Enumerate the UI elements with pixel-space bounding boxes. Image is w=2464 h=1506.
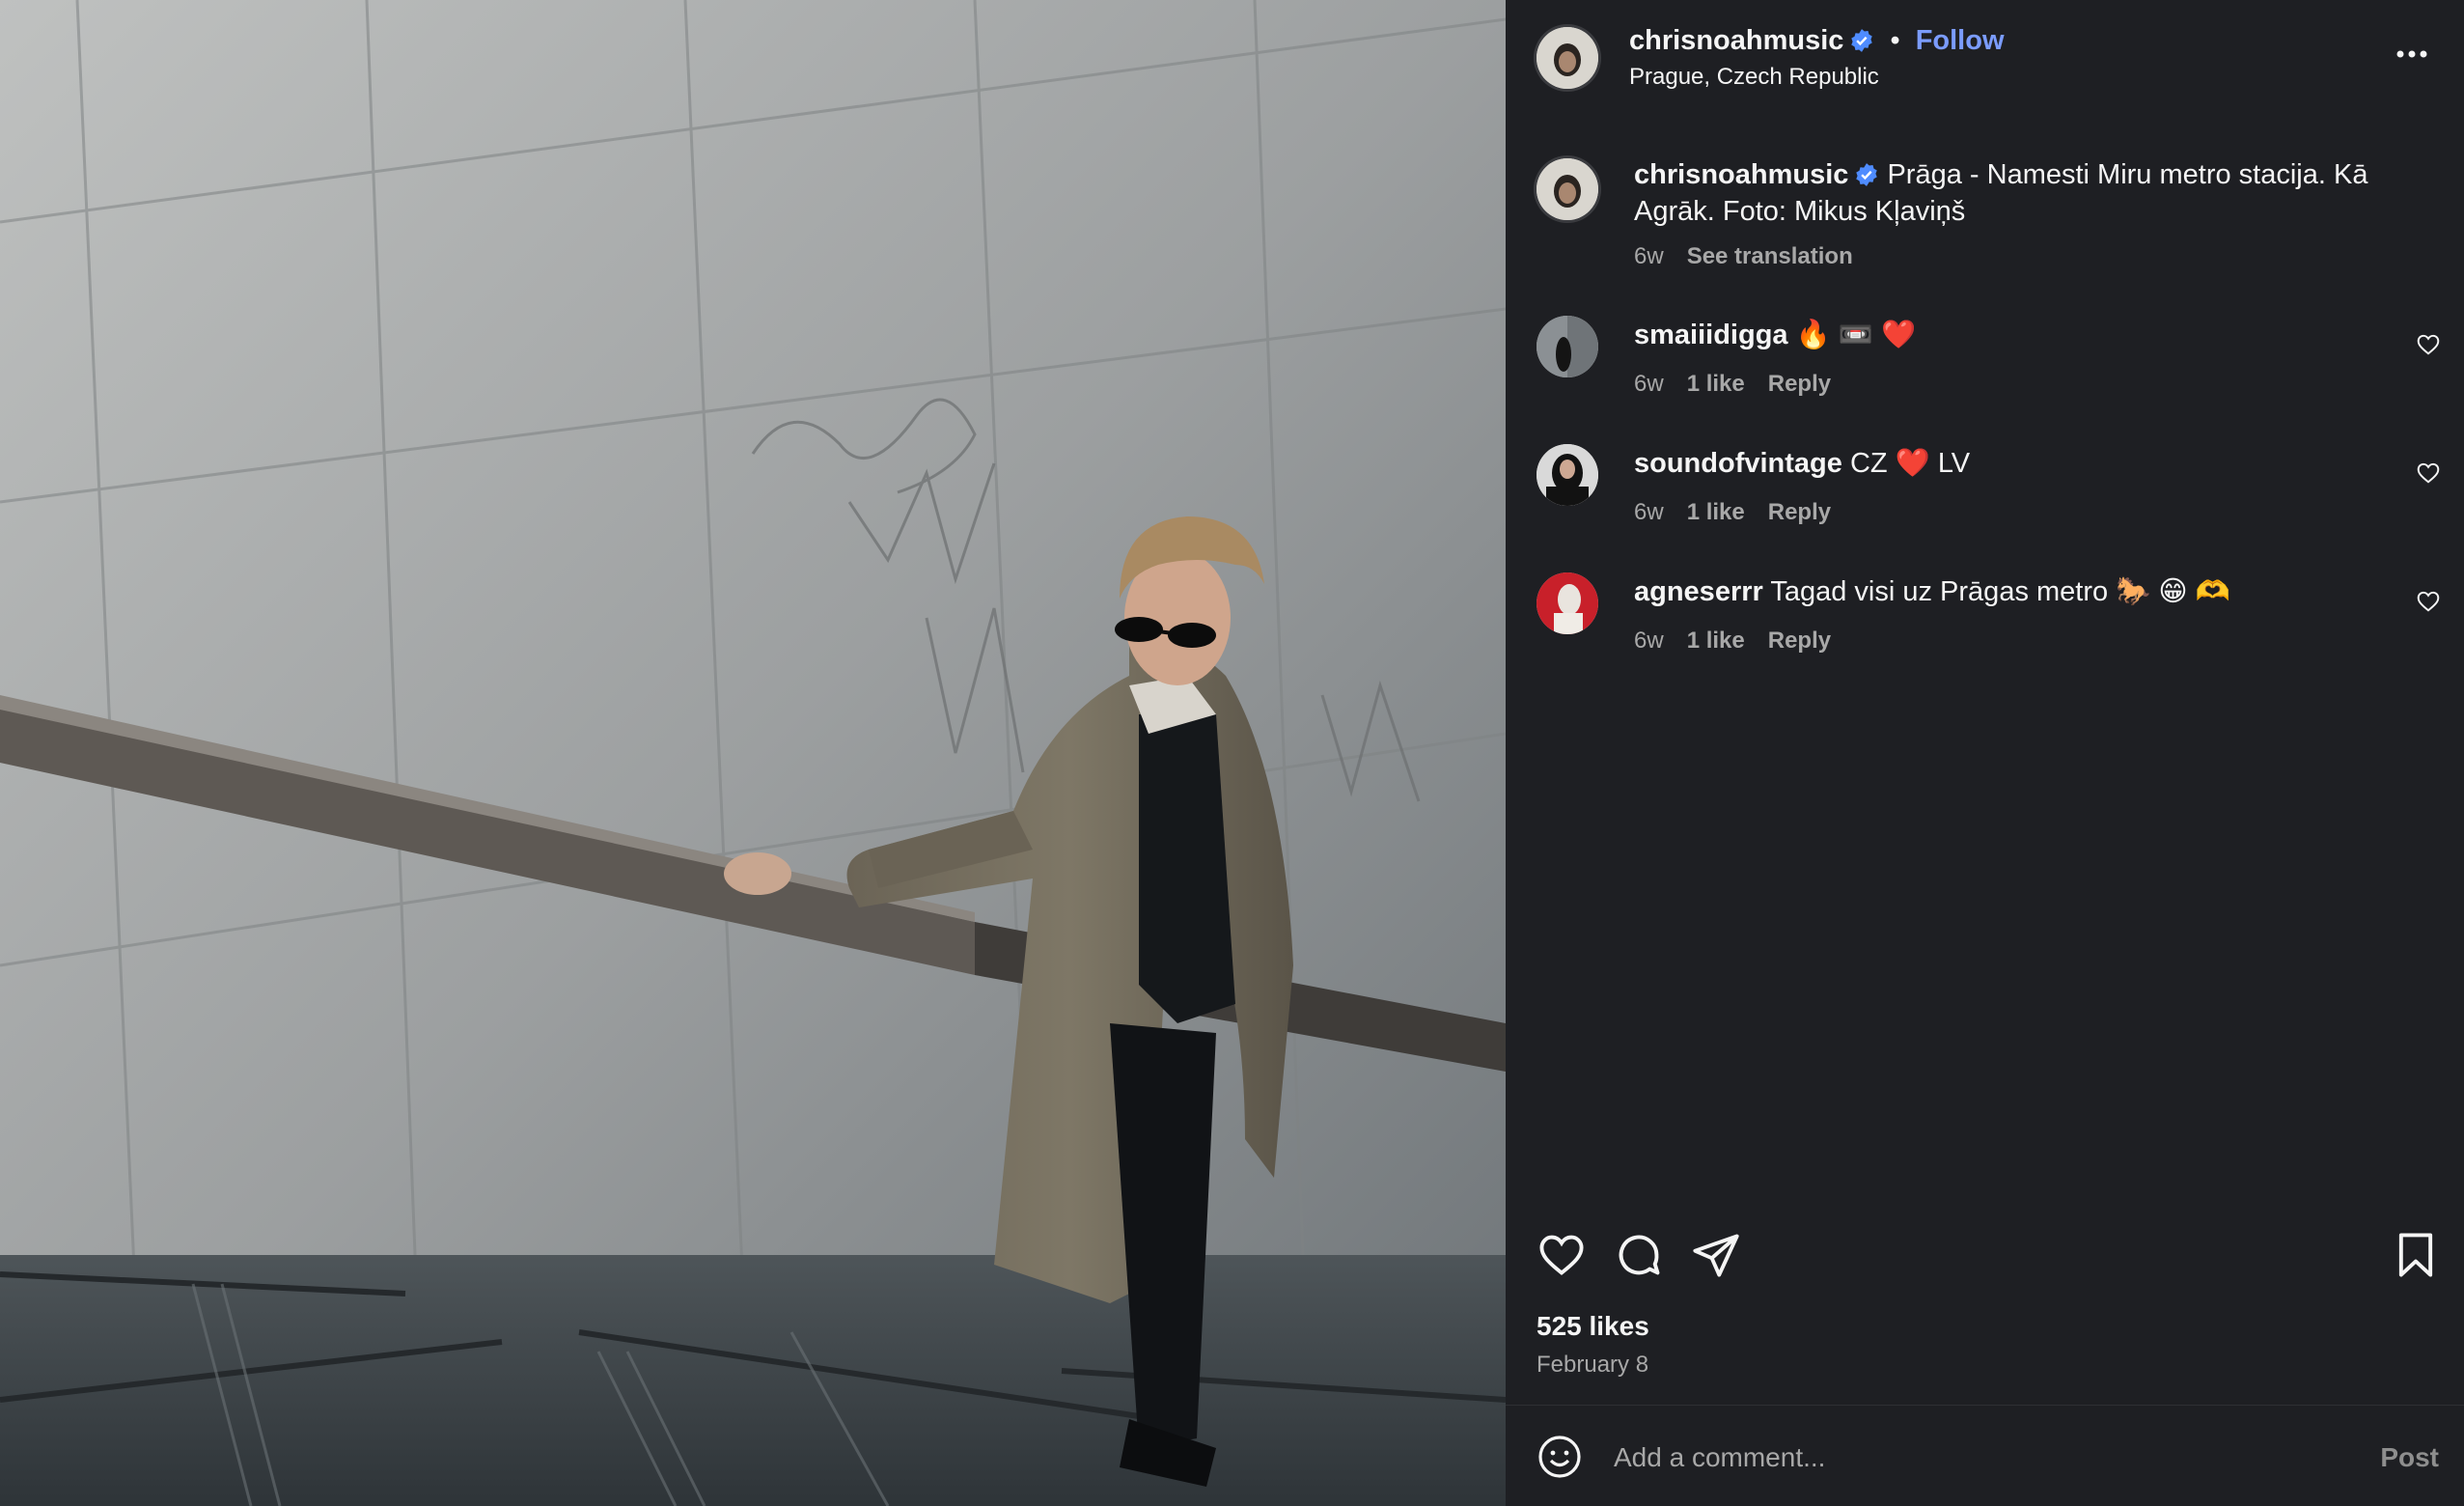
avatar-image <box>1537 27 1598 89</box>
avatar-image <box>1537 158 1598 220</box>
post-caption: chrisnoahmusic Prāga - Namesti Miru metr… <box>1634 156 2435 230</box>
comment-body: smaiiidigga 🔥 📼 ❤️ <box>1634 317 1916 353</box>
comment-text: Tagad visi uz Prāgas metro 🐎 😁 🫶 <box>1770 576 2230 607</box>
reply-button[interactable]: Reply <box>1768 628 1831 654</box>
emoji-icon[interactable] <box>1537 1434 1583 1480</box>
reply-button[interactable]: Reply <box>1768 371 1831 397</box>
avatar-image <box>1537 316 1598 377</box>
post-date[interactable]: February 8 <box>1537 1352 1648 1379</box>
caption-meta: 6w See translation <box>1634 243 1876 270</box>
comment-like-heart-icon[interactable] <box>2416 589 2441 614</box>
post-photo[interactable] <box>0 0 1506 1506</box>
reply-button[interactable]: Reply <box>1768 499 1831 525</box>
bookmark-icon[interactable] <box>2391 1230 2441 1280</box>
post-details-panel: chrisnoahmusic • Follow Prague, Czech Re… <box>1506 0 2464 1506</box>
comment-text: 🔥 📼 ❤️ <box>1795 320 1917 350</box>
comment-meta: 6w 1 like Reply <box>1634 499 1854 526</box>
post-comment-button[interactable]: Post <box>2380 1442 2439 1473</box>
more-options-icon[interactable] <box>2393 35 2431 73</box>
comment-time[interactable]: 6w <box>1634 499 1664 525</box>
comment-text: CZ ❤️ LV <box>1849 448 1971 479</box>
verified-badge-icon <box>1856 163 1878 186</box>
caption-author-avatar[interactable] <box>1537 158 1598 220</box>
see-translation-link[interactable]: See translation <box>1687 243 1853 269</box>
author-avatar[interactable] <box>1537 27 1598 89</box>
comment-icon[interactable] <box>1614 1230 1664 1280</box>
heart-icon[interactable] <box>1537 1230 1587 1280</box>
caption-username[interactable]: chrisnoahmusic <box>1634 159 1848 190</box>
comment-meta: 6w 1 like Reply <box>1634 371 1854 398</box>
photo-illustration <box>0 0 1506 1506</box>
follow-button[interactable]: Follow <box>1916 25 2005 56</box>
avatar-image <box>1537 572 1598 634</box>
comment-username[interactable]: soundofvintage <box>1634 448 1842 479</box>
comment-username[interactable]: agneserrr <box>1634 576 1763 607</box>
post-location[interactable]: Prague, Czech Republic <box>1629 64 1879 91</box>
comment-body: agneserrr Tagad visi uz Prāgas metro 🐎 😁… <box>1634 573 2230 610</box>
comment-likes[interactable]: 1 like <box>1687 499 1745 525</box>
comment-input[interactable] <box>1612 1434 2291 1482</box>
likes-count[interactable]: 525 likes <box>1537 1311 1649 1342</box>
commenter-avatar[interactable] <box>1537 572 1598 634</box>
comment-likes[interactable]: 1 like <box>1687 628 1745 654</box>
post-header: chrisnoahmusic • Follow <box>1629 23 2005 58</box>
avatar-image <box>1537 444 1598 506</box>
commenter-avatar[interactable] <box>1537 316 1598 377</box>
caption-time[interactable]: 6w <box>1634 243 1664 269</box>
verified-badge-icon <box>1851 29 1873 52</box>
comment-body: soundofvintage CZ ❤️ LV <box>1634 445 1970 482</box>
comment-username[interactable]: smaiiidigga <box>1634 320 1788 350</box>
author-username[interactable]: chrisnoahmusic <box>1629 25 1843 56</box>
comment-like-heart-icon[interactable] <box>2416 460 2441 486</box>
share-icon[interactable] <box>1691 1230 1741 1280</box>
separator-dot: • <box>1890 25 1900 56</box>
commenter-avatar[interactable] <box>1537 444 1598 506</box>
comment-time[interactable]: 6w <box>1634 628 1664 654</box>
comment-time[interactable]: 6w <box>1634 371 1664 397</box>
comment-likes[interactable]: 1 like <box>1687 371 1745 397</box>
comment-meta: 6w 1 like Reply <box>1634 628 1854 655</box>
comment-like-heart-icon[interactable] <box>2416 332 2441 357</box>
